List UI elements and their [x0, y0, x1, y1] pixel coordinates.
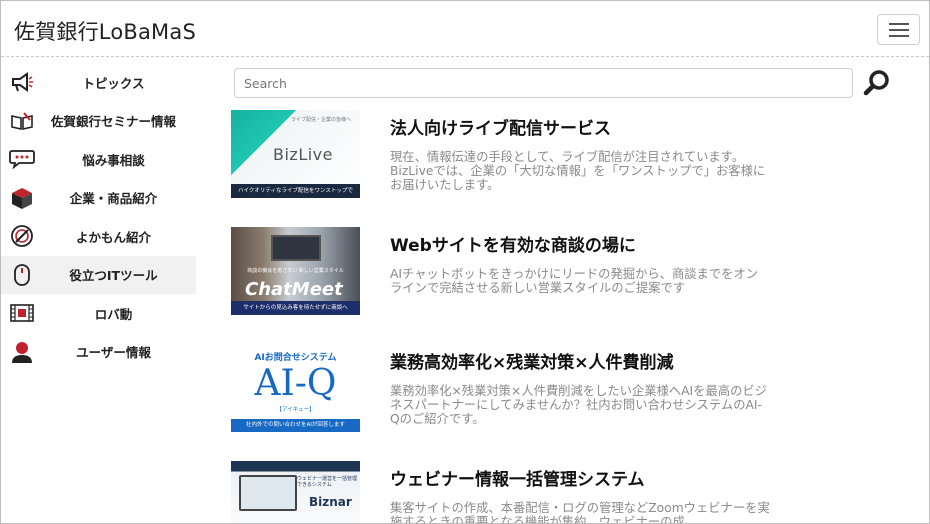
site-brand[interactable]: 佐賀銀行LoBaMaS: [14, 16, 196, 46]
thumbnail-small-text: ウェビナー運営を一括管理できるシステム: [297, 476, 358, 488]
sidebar-item-consult[interactable]: 悩み事相談: [1, 140, 196, 179]
biznar-logo: Biznar: [309, 495, 352, 509]
film-icon: [9, 301, 35, 325]
article-description: 集客サイトの作成、本番配信・ログの管理などZoomウェビナーを実施するときの重要…: [390, 501, 770, 524]
thumbnail-caption: 社内外での問い合わせをAIが回答します: [231, 419, 360, 432]
thumbnail-small-text: 商談の機会を逃さない 新しい営業スタイル: [247, 268, 344, 274]
meeting-screen-image: [271, 235, 321, 261]
article-thumbnail-ai-q[interactable]: AIお問合せシステム AI-Q 【アイキュー】 社内外での問い合わせをAIが回答…: [231, 344, 360, 432]
article-card[interactable]: AIお問合せシステム AI-Q 【アイキュー】 社内外での問い合わせをAIが回答…: [231, 344, 791, 444]
hamburger-icon-bar: [889, 35, 909, 37]
thumbnail-header: AIお問合せシステム: [254, 353, 337, 363]
speech-bubble-icon: [9, 147, 35, 171]
megaphone-icon: [9, 70, 35, 94]
article-card[interactable]: ライブ配信・企業の皆様へ BizLive ハイクオリティなライブ配信をワンストッ…: [231, 110, 791, 210]
sidebar-item-company[interactable]: 企業・商品紹介: [1, 179, 196, 218]
article-description: 現在、情報伝達の手段として、ライブ配信が注目されています。BizLiveでは、企…: [390, 150, 766, 192]
sidebar-item-local-goods[interactable]: よかもん紹介: [1, 217, 196, 256]
sidebar-item-it-tools[interactable]: 役立つITツール: [1, 255, 196, 294]
thumbnail-small-text: ライブ配信・企業の皆様へ: [291, 117, 352, 123]
article-description: 業務効率化×残業対策×人件費削減をしたい企業様へAIを最高のビジネスパートナーに…: [390, 384, 767, 426]
thumbnail-caption: ハイクオリティなライブ配信をワンストップで: [231, 184, 360, 198]
article-title[interactable]: Webサイトを有効な商談の場に: [390, 231, 636, 256]
top-navbar: 佐賀銀行LoBaMaS: [1, 1, 929, 57]
hamburger-icon: [889, 23, 909, 25]
article-thumbnail-bizlive[interactable]: ライブ配信・企業の皆様へ BizLive ハイクオリティなライブ配信をワンストッ…: [231, 110, 360, 198]
user-icon: [9, 340, 35, 364]
bizlive-logo: BizLive: [273, 145, 333, 164]
food-plate-icon: [9, 224, 35, 248]
mouse-icon: [9, 263, 35, 287]
search-icon: [863, 70, 889, 96]
page-frame: 佐賀銀行LoBaMaS トピックス 佐賀銀行セミナー情報 悩み事相談 企業・商品…: [0, 0, 930, 524]
thumbnail-reading: 【アイキュー】: [276, 407, 315, 413]
sidebar-item-topics[interactable]: トピックス: [1, 63, 196, 102]
sidebar-item-loba-video[interactable]: ロバ動: [1, 294, 196, 333]
box-icon: [9, 186, 35, 210]
open-book-icon: [9, 109, 35, 133]
ai-q-logo: AI-Q: [254, 363, 337, 404]
hamburger-icon-bar: [889, 29, 909, 31]
article-thumbnail-chatmeet[interactable]: 商談の機会を逃さない 新しい営業スタイル ChatMeet サイトからの見込み客…: [231, 227, 360, 315]
article-thumbnail-biznar[interactable]: ウェビナー運営を一括管理できるシステム Biznar: [231, 461, 360, 523]
chatmeet-logo: ChatMeet: [245, 279, 343, 300]
laptop-image: [239, 475, 297, 511]
article-card[interactable]: 商談の機会を逃さない 新しい営業スタイル ChatMeet サイトからの見込み客…: [231, 227, 791, 327]
sidebar-item-seminar[interactable]: 佐賀銀行セミナー情報: [1, 102, 196, 141]
article-title[interactable]: 業務高効率化×残業対策×人件費削減: [390, 348, 674, 373]
sidebar-nav: トピックス 佐賀銀行セミナー情報 悩み事相談 企業・商品紹介 よかもん紹介 役立…: [1, 63, 196, 371]
sidebar-item-user-info[interactable]: ユーザー情報: [1, 333, 196, 372]
article-card[interactable]: ウェビナー運営を一括管理できるシステム Biznar ウェビナー情報一括管理シス…: [231, 461, 791, 524]
thumbnail-caption: サイトからの見込み客を待たせずに商談へ: [231, 301, 360, 315]
search-bar: [234, 68, 853, 98]
article-description: AIチャットボットをきっかけにリードの発掘から、商談までをオンラインで完結させる…: [390, 267, 759, 295]
hamburger-menu-button[interactable]: [877, 14, 920, 45]
article-title[interactable]: 法人向けライブ配信サービス: [390, 114, 611, 139]
search-input[interactable]: [234, 68, 853, 98]
article-title[interactable]: ウェビナー情報一括管理システム: [390, 465, 645, 490]
search-button[interactable]: [863, 69, 891, 97]
